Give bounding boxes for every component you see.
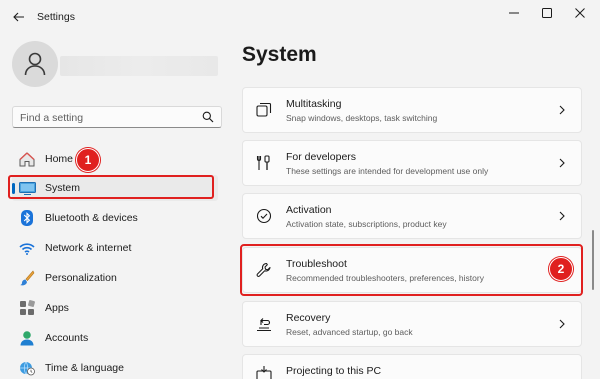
sidebar-item-label: Apps — [45, 302, 69, 314]
setting-card-projecting[interactable]: Projecting to this PC — [242, 354, 582, 379]
apps-icon — [18, 299, 36, 317]
step-badge-1: 1 — [76, 148, 100, 172]
avatar[interactable] — [12, 41, 58, 87]
card-title: Recovery — [286, 312, 331, 324]
user-icon — [24, 52, 46, 76]
window-title: Settings — [37, 11, 75, 23]
setting-card-multitasking[interactable]: Multitasking Snap windows, desktops, tas… — [242, 87, 582, 133]
sidebar-item-label: Network & internet — [45, 242, 132, 254]
card-description: Activation state, subscriptions, product… — [286, 219, 447, 229]
sidebar-item-apps[interactable]: Apps — [12, 295, 218, 321]
sidebar-item-network[interactable]: Network & internet — [12, 235, 218, 261]
sidebar-item-bluetooth[interactable]: Bluetooth & devices — [12, 205, 218, 231]
highlight-box-troubleshoot — [240, 244, 583, 296]
maximize-button[interactable] — [534, 4, 560, 22]
chevron-right-icon — [557, 318, 567, 330]
multitasking-icon — [255, 101, 273, 119]
sidebar-item-time-language[interactable]: Time & language — [12, 355, 218, 379]
projecting-icon — [255, 364, 273, 379]
card-title: Activation — [286, 204, 332, 216]
recovery-icon — [255, 315, 273, 333]
back-arrow-icon — [13, 12, 24, 22]
page-title: System — [242, 43, 317, 66]
bluetooth-icon — [18, 209, 36, 227]
minimize-icon — [509, 12, 519, 14]
activation-check-icon — [255, 207, 273, 225]
sidebar-item-label: Home — [45, 153, 74, 165]
search-input[interactable] — [20, 110, 200, 125]
accounts-icon — [18, 329, 36, 347]
sidebar-item-home[interactable]: Home — [12, 146, 218, 172]
highlight-box-system — [8, 175, 214, 199]
search-box[interactable] — [12, 106, 222, 128]
sidebar-item-label: Time & language — [45, 362, 124, 374]
chevron-right-icon — [557, 157, 567, 169]
globe-clock-icon — [18, 359, 36, 377]
setting-card-recovery[interactable]: Recovery Reset, advanced startup, go bac… — [242, 301, 582, 347]
step-badge-2: 2 — [549, 257, 573, 281]
minimize-button[interactable] — [501, 4, 527, 22]
card-description: These settings are intended for developm… — [286, 166, 489, 176]
card-title: Projecting to this PC — [286, 365, 382, 377]
setting-card-for-developers[interactable]: For developers These settings are intend… — [242, 140, 582, 186]
chevron-right-icon — [557, 104, 567, 116]
search-icon — [202, 111, 214, 123]
sidebar-item-label: Accounts — [45, 332, 89, 344]
chevron-right-icon — [557, 210, 567, 222]
sidebar-item-label: Personalization — [45, 272, 117, 284]
card-title: For developers — [286, 151, 357, 163]
setting-card-activation[interactable]: Activation Activation state, subscriptio… — [242, 193, 582, 239]
paintbrush-icon — [18, 269, 36, 287]
card-title: Multitasking — [286, 98, 342, 110]
home-icon — [18, 150, 36, 168]
scrollbar[interactable] — [592, 230, 594, 290]
account-name-redacted — [60, 56, 218, 76]
developer-tools-icon — [255, 154, 273, 172]
maximize-icon — [542, 8, 552, 18]
card-description: Reset, advanced startup, go back — [286, 327, 413, 337]
wifi-icon — [18, 239, 36, 257]
sidebar-item-label: Bluetooth & devices — [45, 212, 138, 224]
card-description: Snap windows, desktops, task switching — [286, 113, 438, 123]
title-bar: Settings — [0, 0, 600, 34]
back-button[interactable] — [8, 6, 30, 28]
close-icon — [575, 8, 585, 18]
sidebar-item-accounts[interactable]: Accounts — [12, 325, 218, 351]
sidebar-item-personalization[interactable]: Personalization — [12, 265, 218, 291]
close-button[interactable] — [567, 4, 593, 22]
